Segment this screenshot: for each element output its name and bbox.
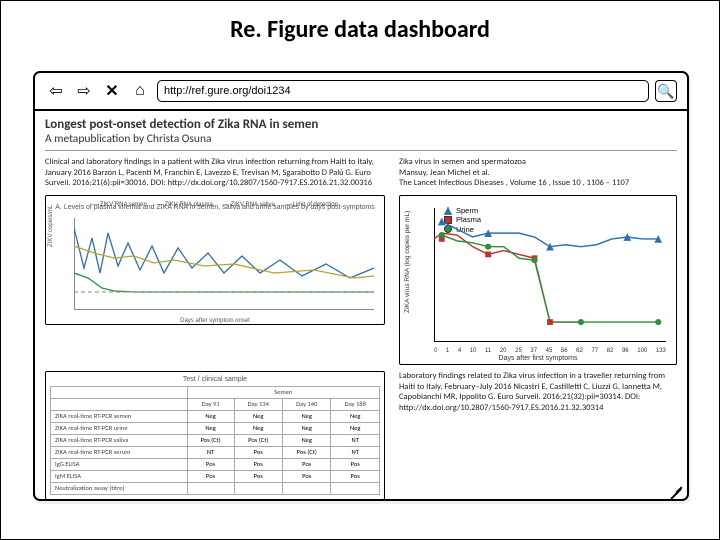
- resize-grip-icon[interactable]: [669, 481, 683, 495]
- table-group-row: Semen: [51, 386, 380, 398]
- chart2-xticks: 014 101120 253745 566277 8296100 133: [434, 348, 666, 354]
- chart2-plot: [434, 208, 666, 334]
- browser-window: ⇦ ⇨ ✕ ⌂ http://ref.gure.org/doi1234 🔍 Lo…: [33, 71, 689, 501]
- chart1-ylabel: ZIKV copies/mL: [48, 205, 54, 247]
- url-text: http://ref.gure.org/doi1234: [164, 85, 291, 97]
- legend-item: ZIKV RNA plasma: [157, 202, 213, 208]
- metapublication-header: Longest post-onset detection of Zika RNA…: [45, 117, 677, 146]
- search-button[interactable]: 🔍: [655, 80, 677, 102]
- chart-viremia-panel: A. Levels of plasma viremia and ZIKA RNA…: [45, 195, 385, 325]
- table-group: Semen: [187, 386, 379, 398]
- search-icon: 🔍: [657, 83, 674, 100]
- divider: [45, 150, 677, 151]
- table-row: IgG ELISAPosPosPosPos: [51, 458, 380, 470]
- citation-right-bottom: Laboratory findings related to Zika viru…: [399, 371, 677, 499]
- chart1-legend: ZIKV RNA semen ZIKV RNA plasma ZIKV RNA …: [46, 202, 384, 208]
- table-row: ZIKA real-time RT-PCR urineNegNegNegNeg: [51, 422, 380, 434]
- metapublication-title: Longest post-onset detection of Zika RNA…: [45, 117, 677, 132]
- table-header-row: Day 91Day 134 Day 140Day 188: [51, 398, 380, 410]
- browser-toolbar: ⇦ ⇨ ✕ ⌂ http://ref.gure.org/doi1234 🔍: [35, 73, 687, 111]
- home-button[interactable]: ⌂: [129, 80, 151, 102]
- forward-button[interactable]: ⇨: [73, 80, 95, 102]
- page-content: Longest post-onset detection of Zika RNA…: [35, 111, 687, 499]
- chart-lancet-panel: Sperm Plasma Urine ZIKA virus RNA (log c…: [399, 195, 677, 365]
- chart1-plot: [74, 218, 374, 308]
- url-bar[interactable]: http://ref.gure.org/doi1234: [157, 80, 649, 102]
- table-row: Neutralization assay (titre): [51, 482, 380, 494]
- chart2-xlabel: Days after first symptoms: [400, 355, 676, 362]
- table-caption: Test / clinical sample: [50, 376, 380, 386]
- stop-button[interactable]: ✕: [101, 80, 123, 102]
- chart1-xlabel: Days after symptom onset: [46, 318, 384, 324]
- table-row: ZIKA real-time RT-PCR semenNegNegNegNeg: [51, 410, 380, 422]
- lab-results-table: Semen Day 91Day 134 Day 140Day 188 ZIKA …: [50, 386, 380, 495]
- legend-item: ZIKV RNA saliva: [223, 202, 275, 208]
- legend-item: Limit of detection: [285, 202, 338, 208]
- page-title: Re. Figure data dashboard: [1, 15, 719, 44]
- back-button[interactable]: ⇦: [45, 80, 67, 102]
- table-row: IgM ELISAPosPosPosPos: [51, 470, 380, 482]
- table-row: ZIKA real-time RT-PCR serumNTPosPos (Ct)…: [51, 446, 380, 458]
- chart2-ylabel: ZIKA virus RNA (log copies per mL): [404, 211, 411, 313]
- lab-results-table-panel: Test / clinical sample Semen Day 91Day 1…: [45, 371, 385, 499]
- citation-right-top: Zika virus in semen and spermatozoa Mans…: [399, 157, 677, 189]
- citation-left: Clinical and laboratory findings in a pa…: [45, 157, 385, 189]
- metapublication-author: A metapublication by Christa Osuna: [45, 132, 677, 146]
- table-row: ZIKA real-time RT-PCR salivaPos (Ct)Pos …: [51, 434, 380, 446]
- legend-item: ZIKV RNA semen: [92, 202, 147, 208]
